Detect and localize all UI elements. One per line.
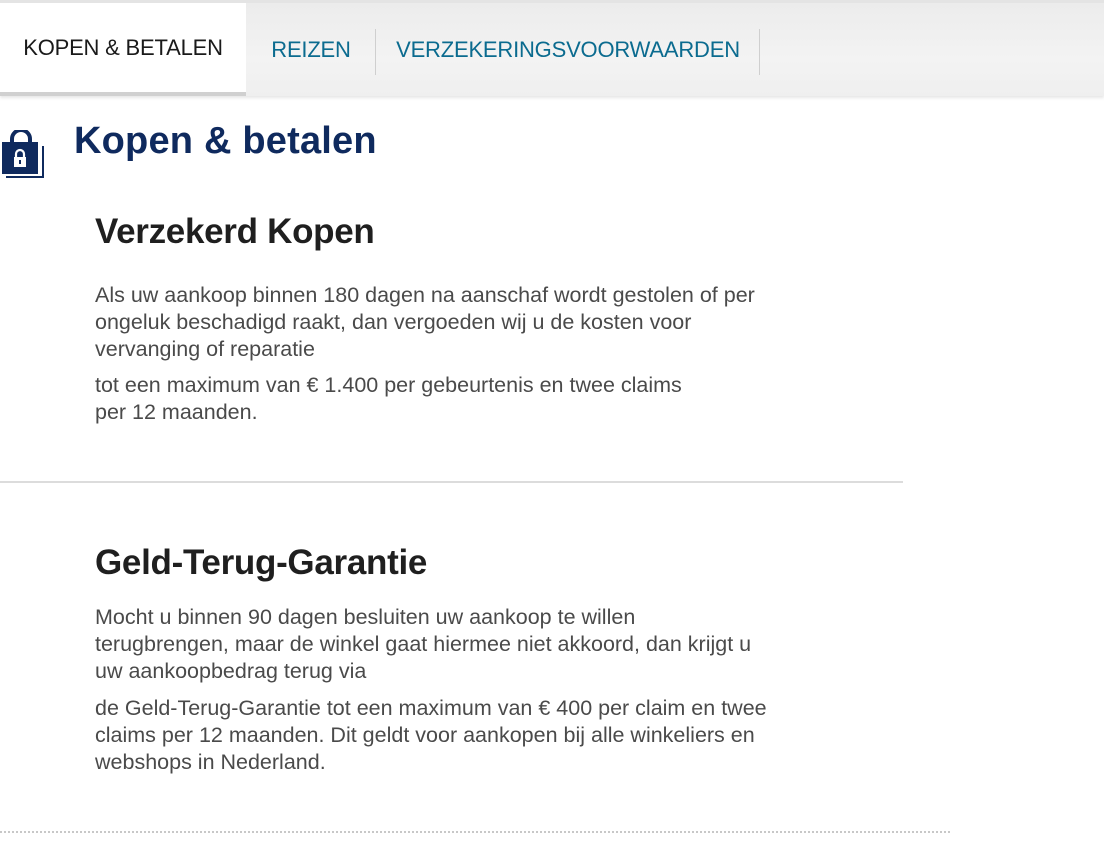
item-title-geld-terug-garantie: Geld-Terug-Garantie (95, 543, 428, 582)
dotted-divider (0, 831, 950, 833)
tab-bar: KOPEN & BETALEN REIZEN VERZEKERINGSVOORW… (0, 0, 1104, 96)
divider (0, 481, 903, 483)
item-description: Als uw aankoop binnen 180 dagen na aansc… (95, 283, 755, 361)
tab-verzekeringsvoorwaarden[interactable]: VERZEKERINGSVOORWAARDEN (376, 3, 760, 96)
tab-separator (759, 29, 760, 75)
section-title: Kopen & betalen (74, 120, 377, 162)
item-description: tot een maximum van € 1.400 per gebeurte… (95, 373, 682, 424)
tab-kopen-betalen[interactable]: KOPEN & BETALEN (0, 3, 246, 96)
page: KOPEN & BETALEN REIZEN VERZEKERINGSVOORW… (0, 0, 1104, 854)
item-description: de Geld-Terug-Garantie tot een maximum v… (95, 696, 767, 774)
tab-reizen[interactable]: REIZEN (246, 3, 376, 96)
shopping-bag-lock-icon (0, 128, 46, 178)
item-title-verzekerd-kopen: Verzekerd Kopen (95, 212, 375, 251)
item-description: Mocht u binnen 90 dagen besluiten uw aan… (95, 605, 752, 683)
